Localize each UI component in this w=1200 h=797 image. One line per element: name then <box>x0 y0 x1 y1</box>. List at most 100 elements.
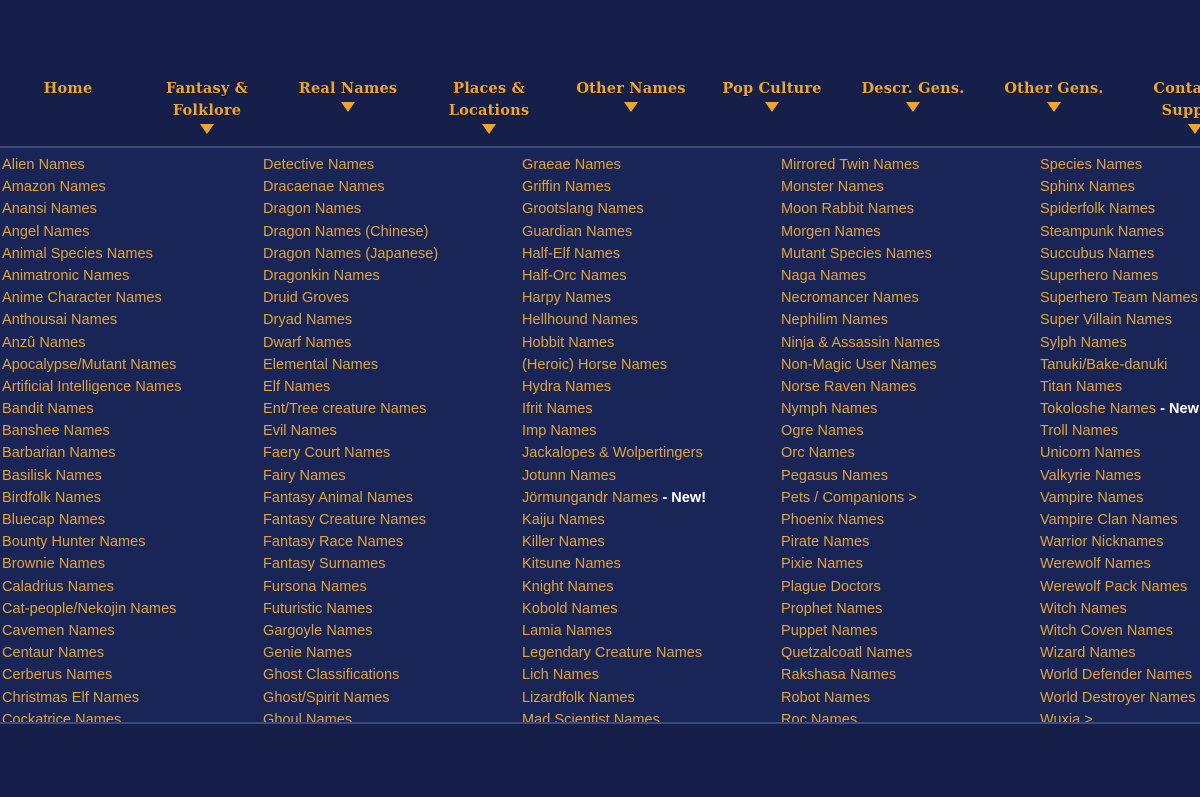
dropdown-link[interactable]: Jörmungandr Names - New! <box>522 487 777 509</box>
dropdown-link[interactable]: Anime Character Names <box>2 287 259 309</box>
dropdown-link[interactable]: Prophet Names <box>781 598 1036 620</box>
dropdown-link[interactable]: Necromancer Names <box>781 287 1036 309</box>
dropdown-link[interactable]: Genie Names <box>263 642 518 664</box>
dropdown-link[interactable]: Wuxia > <box>1040 709 1200 722</box>
nav-item-home[interactable]: Home <box>0 78 136 102</box>
dropdown-link[interactable]: Ghost Classifications <box>263 664 518 686</box>
dropdown-link[interactable]: Dragon Names (Japanese) <box>263 243 518 265</box>
dropdown-link[interactable]: Anthousai Names <box>2 309 259 331</box>
dropdown-link[interactable]: Lizardfolk Names <box>522 687 777 709</box>
dropdown-link[interactable]: Quetzalcoatl Names <box>781 642 1036 664</box>
dropdown-link[interactable]: Non-Magic User Names <box>781 354 1036 376</box>
chevron-down-icon[interactable] <box>341 102 355 112</box>
dropdown-link[interactable]: Cockatrice Names <box>2 709 259 722</box>
dropdown-link[interactable]: Bandit Names <box>2 398 259 420</box>
dropdown-link[interactable]: Apocalypse/Mutant Names <box>2 354 259 376</box>
dropdown-link[interactable]: Tokoloshe Names - New! <box>1040 398 1200 420</box>
dropdown-link[interactable]: Warrior Nicknames <box>1040 531 1200 553</box>
dropdown-link[interactable]: Basilisk Names <box>2 465 259 487</box>
dropdown-link[interactable]: Nephilim Names <box>781 309 1036 331</box>
dropdown-link[interactable]: Ogre Names <box>781 420 1036 442</box>
dropdown-link[interactable]: Puppet Names <box>781 620 1036 642</box>
dropdown-link[interactable]: Killer Names <box>522 531 777 553</box>
dropdown-link[interactable]: Pegasus Names <box>781 465 1036 487</box>
dropdown-link[interactable]: Bounty Hunter Names <box>2 531 259 553</box>
dropdown-link[interactable]: Centaur Names <box>2 642 259 664</box>
dropdown-link[interactable]: Bluecap Names <box>2 509 259 531</box>
dropdown-link[interactable]: Gargoyle Names <box>263 620 518 642</box>
dropdown-link[interactable]: Species Names <box>1040 154 1200 176</box>
dropdown-link[interactable]: World Defender Names <box>1040 664 1200 686</box>
dropdown-link[interactable]: Naga Names <box>781 265 1036 287</box>
dropdown-link[interactable]: Brownie Names <box>2 553 259 575</box>
nav-item-descr-gens[interactable]: Descr. Gens. <box>842 78 984 112</box>
chevron-down-icon[interactable] <box>482 124 496 134</box>
dropdown-link[interactable]: Kaiju Names <box>522 509 777 531</box>
dropdown-link[interactable]: Monster Names <box>781 176 1036 198</box>
dropdown-link[interactable]: Dragon Names <box>263 198 518 220</box>
nav-item-real-names[interactable]: Real Names <box>278 78 418 112</box>
dropdown-link[interactable]: Dracaenae Names <box>263 176 518 198</box>
chevron-down-icon[interactable] <box>1047 102 1061 112</box>
dropdown-link[interactable]: Lich Names <box>522 664 777 686</box>
dropdown-link[interactable]: Dwarf Names <box>263 332 518 354</box>
nav-item-other-gens[interactable]: Other Gens. <box>984 78 1124 112</box>
dropdown-link[interactable]: Fantasy Creature Names <box>263 509 518 531</box>
chevron-down-icon[interactable] <box>765 102 779 112</box>
dropdown-link[interactable]: Plague Doctors <box>781 576 1036 598</box>
dropdown-link[interactable]: Hydra Names <box>522 376 777 398</box>
dropdown-link[interactable]: Fursona Names <box>263 576 518 598</box>
dropdown-link[interactable]: Harpy Names <box>522 287 777 309</box>
nav-item-fantasy-folklore[interactable]: Fantasy & Folklore <box>136 78 278 134</box>
dropdown-link[interactable]: Sylph Names <box>1040 332 1200 354</box>
dropdown-link[interactable]: Half-Elf Names <box>522 243 777 265</box>
dropdown-link[interactable]: Animatronic Names <box>2 265 259 287</box>
dropdown-link[interactable]: Barbarian Names <box>2 442 259 464</box>
dropdown-link[interactable]: Valkyrie Names <box>1040 465 1200 487</box>
dropdown-link[interactable]: Succubus Names <box>1040 243 1200 265</box>
dropdown-link[interactable]: Ghoul Names <box>263 709 518 722</box>
dropdown-link[interactable]: Moon Rabbit Names <box>781 198 1036 220</box>
dropdown-link[interactable]: Anansi Names <box>2 198 259 220</box>
dropdown-link[interactable]: Morgen Names <box>781 221 1036 243</box>
nav-item-pop-culture[interactable]: Pop Culture <box>702 78 842 112</box>
dropdown-link[interactable]: Superhero Team Names <box>1040 287 1200 309</box>
dropdown-link[interactable]: Birdfolk Names <box>2 487 259 509</box>
dropdown-link[interactable]: Alien Names <box>2 154 259 176</box>
dropdown-link[interactable]: Pirate Names <box>781 531 1036 553</box>
dropdown-link[interactable]: Grootslang Names <box>522 198 777 220</box>
dropdown-link[interactable]: Guardian Names <box>522 221 777 243</box>
dropdown-link[interactable]: Mirrored Twin Names <box>781 154 1036 176</box>
chevron-down-icon[interactable] <box>906 102 920 112</box>
dropdown-link[interactable]: Tanuki/Bake-danuki <box>1040 354 1200 376</box>
dropdown-link[interactable]: Fantasy Animal Names <box>263 487 518 509</box>
dropdown-link[interactable]: Evil Names <box>263 420 518 442</box>
dropdown-link[interactable]: Ghost/Spirit Names <box>263 687 518 709</box>
nav-item-places-locations[interactable]: Places & Locations <box>418 78 560 134</box>
dropdown-link[interactable]: Lamia Names <box>522 620 777 642</box>
dropdown-link[interactable]: Fairy Names <box>263 465 518 487</box>
dropdown-link[interactable]: Futuristic Names <box>263 598 518 620</box>
dropdown-link[interactable]: Jackalopes & Wolpertingers <box>522 442 777 464</box>
dropdown-link[interactable]: Pixie Names <box>781 553 1036 575</box>
dropdown-link[interactable]: Titan Names <box>1040 376 1200 398</box>
dropdown-link[interactable]: Dragon Names (Chinese) <box>263 221 518 243</box>
chevron-down-icon[interactable] <box>1188 124 1200 134</box>
dropdown-link[interactable]: Caladrius Names <box>2 576 259 598</box>
dropdown-link[interactable]: Detective Names <box>263 154 518 176</box>
dropdown-link[interactable]: Sphinx Names <box>1040 176 1200 198</box>
dropdown-link[interactable]: Witch Names <box>1040 598 1200 620</box>
dropdown-link[interactable]: Hellhound Names <box>522 309 777 331</box>
chevron-down-icon[interactable] <box>624 102 638 112</box>
dropdown-link[interactable]: Norse Raven Names <box>781 376 1036 398</box>
dropdown-link[interactable]: Banshee Names <box>2 420 259 442</box>
dropdown-link[interactable]: Ifrit Names <box>522 398 777 420</box>
dropdown-link[interactable]: Knight Names <box>522 576 777 598</box>
dropdown-link[interactable]: Jotunn Names <box>522 465 777 487</box>
chevron-down-icon[interactable] <box>200 124 214 134</box>
dropdown-link[interactable]: Cerberus Names <box>2 664 259 686</box>
dropdown-link[interactable]: Spiderfolk Names <box>1040 198 1200 220</box>
dropdown-link[interactable]: World Destroyer Names <box>1040 687 1200 709</box>
dropdown-link[interactable]: Hobbit Names <box>522 332 777 354</box>
dropdown-link[interactable]: Phoenix Names <box>781 509 1036 531</box>
